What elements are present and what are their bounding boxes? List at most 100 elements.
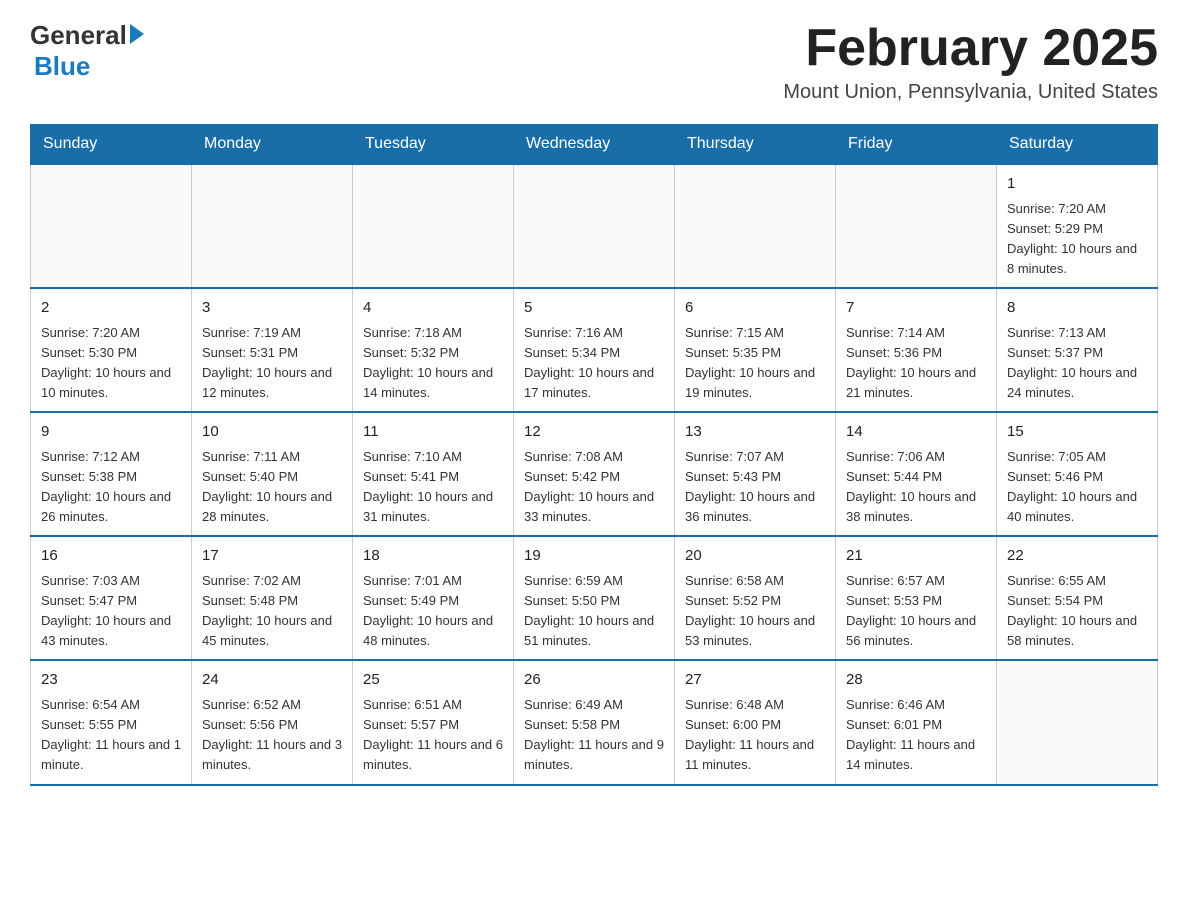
calendar-cell: 13Sunrise: 7:07 AMSunset: 5:43 PMDayligh… [675, 412, 836, 536]
logo-general-text: General [30, 20, 127, 51]
day-number: 8 [1007, 297, 1147, 320]
day-number: 12 [524, 421, 664, 444]
day-number: 3 [202, 297, 342, 320]
weekday-header-saturday: Saturday [997, 125, 1158, 165]
calendar-cell [31, 164, 192, 288]
day-info: Sunrise: 7:11 AMSunset: 5:40 PMDaylight:… [202, 447, 342, 528]
calendar-cell: 12 Sunrise: 7:08 AMSunset: 5:42 PMDayligh… [514, 412, 675, 536]
calendar-cell: 16 Sunrise: 7:03 AMSunset: 5:47 PMDayligh… [31, 536, 192, 660]
day-number: 21 [846, 545, 986, 568]
calendar-cell: 20 Sunrise: 6:58 AMSunset: 5:52 PMDayligh… [675, 536, 836, 660]
day-info: Sunrise: 7:19 AMSunset: 5:31 PMDaylight:… [202, 323, 342, 404]
weekday-header-monday: Monday [192, 125, 353, 165]
day-info: Sunrise: 7:13 AMSunset: 5:37 PMDaylight:… [1007, 323, 1147, 404]
day-number: 24 [202, 669, 342, 692]
calendar-cell: 21 Sunrise: 6:57 AMSunset: 5:53 PMDayligh… [836, 536, 997, 660]
day-number: 28 [846, 669, 986, 692]
calendar-week-row: 16 Sunrise: 7:03 AMSunset: 5:47 PMDayligh… [31, 536, 1158, 660]
calendar-header-row: SundayMondayTuesdayWednesdayThursdayFrid… [31, 125, 1158, 165]
day-number: 9 [41, 421, 181, 444]
day-number: 27 [685, 669, 825, 692]
calendar-cell [997, 660, 1158, 784]
day-number: 10 [202, 421, 342, 444]
calendar-cell: 24 Sunrise: 6:52 AMSunset: 5:56 PMDayligh… [192, 660, 353, 784]
day-info: Sunrise: 7:02 AMSunset: 5:48 PMDaylight:… [202, 571, 342, 652]
day-info: Sunrise: 7:07 AMSunset: 5:43 PMDaylight:… [685, 447, 825, 528]
logo-blue-part [127, 28, 144, 44]
day-number: 1 [1007, 173, 1147, 196]
calendar-cell [675, 164, 836, 288]
day-info: Sunrise: 7:16 AMSunset: 5:34 PMDaylight:… [524, 323, 664, 404]
day-number: 7 [846, 297, 986, 320]
calendar-cell: 14 Sunrise: 7:06 AMSunset: 5:44 PMDayligh… [836, 412, 997, 536]
day-number: 26 [524, 669, 664, 692]
logo: General Blue [30, 20, 144, 82]
day-info: Sunrise: 6:55 AMSunset: 5:54 PMDaylight:… [1007, 571, 1147, 652]
title-section: February 2025 Mount Union, Pennsylvania,… [783, 20, 1158, 104]
day-info: Sunrise: 7:03 AMSunset: 5:47 PMDaylight:… [41, 571, 181, 652]
day-number: 18 [363, 545, 503, 568]
weekday-header-wednesday: Wednesday [514, 125, 675, 165]
day-info: Sunrise: 7:01 AMSunset: 5:49 PMDaylight:… [363, 571, 503, 652]
logo-arrow-icon [130, 24, 144, 44]
day-info: Sunrise: 6:49 AMSunset: 5:58 PMDaylight:… [524, 695, 664, 776]
day-number: 19 [524, 545, 664, 568]
day-info: Sunrise: 7:20 AMSunset: 5:29 PMDaylight:… [1007, 199, 1147, 280]
day-number: 22 [1007, 545, 1147, 568]
calendar-cell: 7Sunrise: 7:14 AMSunset: 5:36 PMDaylight… [836, 288, 997, 412]
calendar-cell: 23 Sunrise: 6:54 AMSunset: 5:55 PMDayligh… [31, 660, 192, 784]
weekday-header-tuesday: Tuesday [353, 125, 514, 165]
day-info: Sunrise: 7:08 AMSunset: 5:42 PMDaylight:… [524, 447, 664, 528]
day-info: Sunrise: 6:57 AMSunset: 5:53 PMDaylight:… [846, 571, 986, 652]
calendar-cell: 10 Sunrise: 7:11 AMSunset: 5:40 PMDayligh… [192, 412, 353, 536]
calendar-cell: 15 Sunrise: 7:05 AMSunset: 5:46 PMDayligh… [997, 412, 1158, 536]
day-number: 23 [41, 669, 181, 692]
calendar-cell: 25 Sunrise: 6:51 AMSunset: 5:57 PMDayligh… [353, 660, 514, 784]
day-number: 16 [41, 545, 181, 568]
day-info: Sunrise: 7:12 AMSunset: 5:38 PMDaylight:… [41, 447, 181, 528]
calendar-cell: 17 Sunrise: 7:02 AMSunset: 5:48 PMDayligh… [192, 536, 353, 660]
weekday-header-sunday: Sunday [31, 125, 192, 165]
day-info: Sunrise: 6:51 AMSunset: 5:57 PMDaylight:… [363, 695, 503, 776]
calendar-week-row: 9 Sunrise: 7:12 AMSunset: 5:38 PMDaylight… [31, 412, 1158, 536]
day-number: 6 [685, 297, 825, 320]
calendar-cell: 8 Sunrise: 7:13 AMSunset: 5:37 PMDaylight… [997, 288, 1158, 412]
calendar-cell [192, 164, 353, 288]
calendar-cell: 28Sunrise: 6:46 AMSunset: 6:01 PMDayligh… [836, 660, 997, 784]
calendar-week-row: 2Sunrise: 7:20 AMSunset: 5:30 PMDaylight… [31, 288, 1158, 412]
day-info: Sunrise: 6:54 AMSunset: 5:55 PMDaylight:… [41, 695, 181, 776]
calendar-cell: 5Sunrise: 7:16 AMSunset: 5:34 PMDaylight… [514, 288, 675, 412]
day-info: Sunrise: 7:06 AMSunset: 5:44 PMDaylight:… [846, 447, 986, 528]
calendar-cell: 3 Sunrise: 7:19 AMSunset: 5:31 PMDaylight… [192, 288, 353, 412]
day-number: 17 [202, 545, 342, 568]
day-info: Sunrise: 7:10 AMSunset: 5:41 PMDaylight:… [363, 447, 503, 528]
day-number: 4 [363, 297, 503, 320]
day-info: Sunrise: 6:52 AMSunset: 5:56 PMDaylight:… [202, 695, 342, 776]
day-number: 25 [363, 669, 503, 692]
calendar-cell: 2Sunrise: 7:20 AMSunset: 5:30 PMDaylight… [31, 288, 192, 412]
calendar-cell: 18 Sunrise: 7:01 AMSunset: 5:49 PMDayligh… [353, 536, 514, 660]
day-info: Sunrise: 6:58 AMSunset: 5:52 PMDaylight:… [685, 571, 825, 652]
calendar-cell: 11Sunrise: 7:10 AMSunset: 5:41 PMDayligh… [353, 412, 514, 536]
calendar-cell [353, 164, 514, 288]
day-info: Sunrise: 6:48 AMSunset: 6:00 PMDaylight:… [685, 695, 825, 776]
page-header: General Blue February 2025 Mount Union, … [30, 20, 1158, 104]
calendar-week-row: 1 Sunrise: 7:20 AMSunset: 5:29 PMDaylight… [31, 164, 1158, 288]
calendar-table: SundayMondayTuesdayWednesdayThursdayFrid… [30, 124, 1158, 785]
calendar-cell: 9 Sunrise: 7:12 AMSunset: 5:38 PMDaylight… [31, 412, 192, 536]
calendar-cell: 26 Sunrise: 6:49 AMSunset: 5:58 PMDayligh… [514, 660, 675, 784]
day-number: 15 [1007, 421, 1147, 444]
day-info: Sunrise: 6:59 AMSunset: 5:50 PMDaylight:… [524, 571, 664, 652]
day-info: Sunrise: 7:05 AMSunset: 5:46 PMDaylight:… [1007, 447, 1147, 528]
calendar-cell: 4Sunrise: 7:18 AMSunset: 5:32 PMDaylight… [353, 288, 514, 412]
calendar-cell: 19 Sunrise: 6:59 AMSunset: 5:50 PMDayligh… [514, 536, 675, 660]
location-subtitle: Mount Union, Pennsylvania, United States [783, 81, 1158, 104]
day-number: 14 [846, 421, 986, 444]
day-number: 20 [685, 545, 825, 568]
calendar-cell: 27 Sunrise: 6:48 AMSunset: 6:00 PMDayligh… [675, 660, 836, 784]
day-info: Sunrise: 7:20 AMSunset: 5:30 PMDaylight:… [41, 323, 181, 404]
calendar-week-row: 23 Sunrise: 6:54 AMSunset: 5:55 PMDayligh… [31, 660, 1158, 784]
month-title: February 2025 [783, 20, 1158, 77]
calendar-cell: 22 Sunrise: 6:55 AMSunset: 5:54 PMDayligh… [997, 536, 1158, 660]
logo-blue-text: Blue [34, 51, 90, 82]
